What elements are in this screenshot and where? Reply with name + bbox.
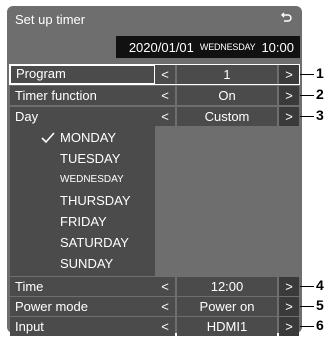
callout-number: 1: [316, 65, 324, 81]
row-value: On: [177, 86, 277, 105]
row-label: Time: [10, 277, 155, 296]
row-label: Day: [10, 107, 155, 126]
row-timer-function[interactable]: Timer function < On >: [10, 86, 299, 105]
callout-number: 5: [316, 297, 324, 313]
screen-title: Set up timer: [15, 12, 86, 27]
callout-line: [300, 326, 314, 327]
left-arrow-button[interactable]: <: [155, 107, 175, 126]
row-label: Power mode: [10, 297, 155, 316]
row-value: HDMI1: [177, 317, 277, 336]
day-item-tuesday[interactable]: TUESDAY: [60, 149, 120, 168]
right-arrow-button[interactable]: >: [279, 277, 299, 296]
right-arrow-button[interactable]: >: [279, 107, 299, 126]
current-weekday: WEDNESDAY: [199, 42, 256, 52]
day-item-sunday[interactable]: SUNDAY: [60, 254, 113, 273]
callout-line: [300, 306, 314, 307]
row-power-mode[interactable]: Power mode < Power on >: [10, 297, 299, 316]
current-time: 10:00: [261, 39, 294, 55]
day-item-monday[interactable]: MONDAY: [60, 128, 116, 147]
row-value: 12:00: [177, 277, 277, 296]
row-label: Program: [10, 65, 155, 84]
callout-line: [300, 116, 314, 117]
return-icon[interactable]: [280, 10, 294, 24]
row-label: Timer function: [10, 86, 155, 105]
left-arrow-button[interactable]: <: [155, 277, 175, 296]
row-value: Power on: [177, 297, 277, 316]
row-input[interactable]: Input < HDMI1 >: [10, 317, 299, 336]
row-label: Input: [10, 317, 155, 336]
date-time-display: 2020/01/01 WEDNESDAY 10:00: [116, 36, 300, 58]
right-arrow-button[interactable]: >: [279, 65, 299, 84]
left-arrow-button[interactable]: <: [155, 65, 175, 84]
set-up-timer-panel: Set up timer 2020/01/01 WEDNESDAY 10:00 …: [7, 6, 302, 336]
day-item-saturday[interactable]: SATURDAY: [60, 233, 129, 252]
callout-line: [300, 286, 314, 287]
day-item-wednesday[interactable]: WEDNESDAY: [60, 170, 124, 189]
row-program[interactable]: Program < 1 >: [9, 64, 300, 85]
callout-number: 2: [316, 86, 324, 102]
row-day[interactable]: Day < Custom >: [10, 107, 299, 126]
right-arrow-button[interactable]: >: [279, 297, 299, 316]
row-time[interactable]: Time < 12:00 >: [10, 277, 299, 296]
left-arrow-button[interactable]: <: [155, 317, 175, 336]
callout-number: 3: [316, 107, 324, 123]
callout-number: 6: [316, 317, 324, 333]
day-item-thursday[interactable]: THURSDAY: [60, 191, 131, 210]
callout-line: [300, 95, 314, 96]
callout-number: 4: [316, 277, 324, 293]
callout-line: [300, 74, 314, 75]
day-list: MONDAY TUESDAY WEDNESDAY THURSDAY FRIDAY…: [10, 126, 155, 276]
right-arrow-button[interactable]: >: [279, 86, 299, 105]
row-value: Custom: [177, 107, 277, 126]
day-item-friday[interactable]: FRIDAY: [60, 212, 107, 231]
left-arrow-button[interactable]: <: [155, 86, 175, 105]
row-value: 1: [177, 65, 277, 84]
right-arrow-button[interactable]: >: [279, 317, 299, 336]
current-date: 2020/01/01: [128, 39, 194, 55]
check-icon: [41, 132, 55, 144]
left-arrow-button[interactable]: <: [155, 297, 175, 316]
